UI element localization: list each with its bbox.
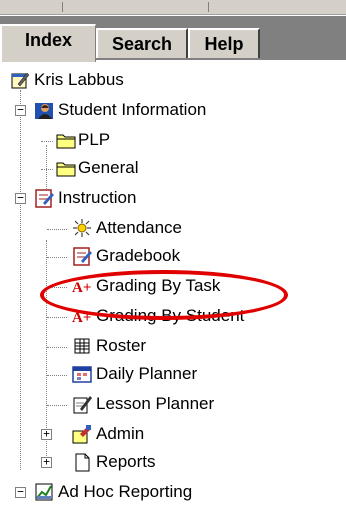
tree-item-attendance[interactable]: Attendance (42, 218, 292, 242)
tree-item-instruction[interactable]: − Instruction (12, 188, 312, 212)
svg-text:A+: A+ (72, 310, 91, 326)
tree-connector (47, 375, 67, 376)
tree-label: Student Information (58, 100, 207, 119)
tab-help[interactable]: Help (188, 28, 260, 58)
svg-text:A+: A+ (72, 280, 91, 296)
gradebook-icon (73, 247, 92, 266)
tree-item-ad-hoc-reporting[interactable]: − Ad Hoc Reporting (12, 482, 312, 506)
expand-toggle[interactable]: + (41, 456, 52, 468)
collapse-toggle[interactable]: − (15, 486, 26, 498)
tree-item-student-information[interactable]: − Student Information (12, 100, 312, 124)
tree-label: Lesson Planner (96, 394, 215, 413)
tree-label: Admin (96, 424, 145, 443)
tree-item-gradebook[interactable]: Gradebook (42, 246, 292, 270)
tab-bar: Index Search Help (0, 16, 346, 62)
tree-connector (47, 405, 67, 406)
tree-item-root[interactable]: Kris Labbus (10, 70, 310, 94)
tree-label: Reports (96, 452, 156, 471)
chart-icon (35, 483, 53, 501)
tree-connector (47, 257, 67, 258)
tree-connector (47, 317, 67, 318)
tab-index[interactable]: Index (0, 24, 96, 62)
grade-a-plus-icon: A+ (72, 277, 92, 296)
expand-toggle[interactable]: + (41, 428, 52, 440)
tree-item-admin[interactable]: + Admin (28, 424, 278, 448)
index-tree-panel: Kris Labbus − Student Information PLP Ge… (0, 60, 332, 510)
divider (208, 2, 209, 12)
tree-label: General (78, 158, 139, 177)
tree-connector (41, 141, 53, 142)
document-icon (75, 453, 90, 472)
tree-item-daily-planner[interactable]: Daily Planner (42, 364, 292, 388)
tree-connector (47, 347, 67, 348)
tree-item-grading-by-task[interactable]: A+ Grading By Task (42, 276, 292, 300)
divider (62, 2, 63, 12)
tab-search[interactable]: Search (96, 28, 188, 58)
collapse-toggle[interactable]: − (15, 192, 26, 204)
tree-label: Attendance (96, 218, 183, 237)
folder-icon (56, 134, 76, 149)
tree-item-grading-by-student[interactable]: A+ Grading By Student (42, 306, 322, 330)
tree-label: Grading By Student (96, 306, 245, 325)
tree-connector (47, 287, 67, 288)
tree-item-reports[interactable]: + Reports (28, 452, 278, 476)
window-top-strip (0, 0, 346, 15)
student-icon (35, 103, 53, 119)
tree-label: Roster (96, 336, 147, 355)
tree-label: Instruction (58, 188, 137, 207)
tree-item-roster[interactable]: Roster (42, 336, 292, 360)
tree-item-plp[interactable]: PLP (41, 130, 242, 154)
tree-connector (20, 90, 21, 470)
admin-tools-icon (72, 425, 91, 444)
tree-connector (41, 169, 53, 170)
calendar-icon (72, 366, 92, 383)
tree-label: Kris Labbus (34, 70, 124, 89)
gradebook-icon (35, 189, 54, 208)
roster-icon (74, 338, 90, 354)
tree-label: PLP (78, 130, 111, 149)
tree-label: Gradebook (96, 246, 181, 265)
tree-item-lesson-planner[interactable]: Lesson Planner (42, 394, 322, 418)
lesson-planner-icon (73, 396, 92, 414)
attendance-icon (73, 219, 91, 237)
notepad-icon (11, 72, 30, 89)
tree-connector (47, 229, 67, 230)
tree-label: Grading By Task (96, 276, 221, 295)
grade-a-plus-icon: A+ (72, 307, 92, 326)
collapse-toggle[interactable]: − (15, 104, 26, 116)
tree-label: Ad Hoc Reporting (58, 482, 193, 501)
tree-item-general[interactable]: General (41, 158, 242, 182)
folder-icon (56, 162, 76, 177)
tree-label: Daily Planner (96, 364, 198, 383)
